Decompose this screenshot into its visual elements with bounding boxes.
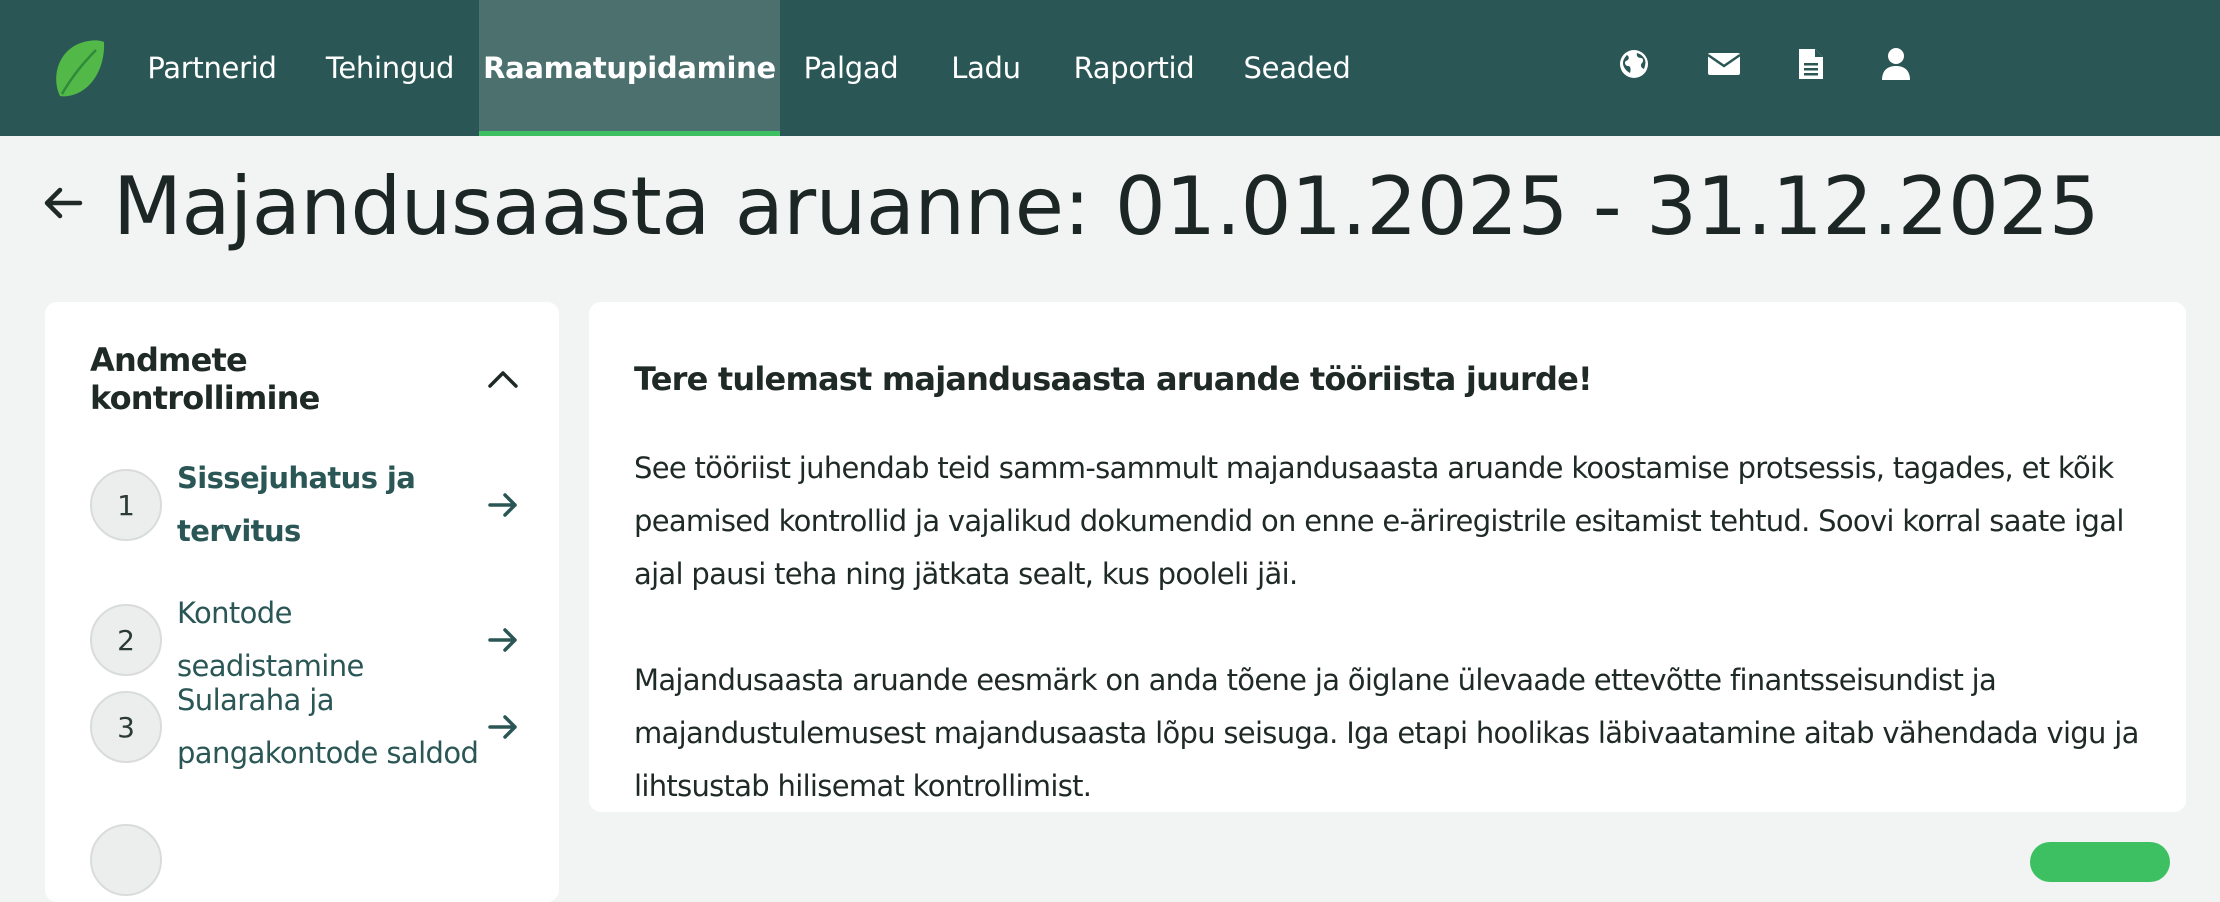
envelope-icon[interactable]	[1704, 44, 1744, 84]
steps-panel-title: Andmete kontrollimine	[90, 341, 320, 417]
arrow-right-icon[interactable]	[486, 623, 520, 657]
nav-item-palgad[interactable]: Palgad	[790, 0, 912, 136]
back-arrow-icon[interactable]	[40, 178, 90, 228]
document-icon[interactable]	[1791, 44, 1831, 84]
step-item-1[interactable]: 1 Sissejuhatus ja tervitus	[90, 452, 520, 558]
nav-item-partnerid[interactable]: Partnerid	[132, 0, 292, 136]
nav-item-raportid[interactable]: Raportid	[1060, 0, 1208, 136]
content-heading: Tere tulemast majandusaasta aruande töör…	[634, 360, 1593, 398]
step-label: Sissejuhatus ja tervitus	[177, 461, 416, 548]
arrow-right-icon[interactable]	[486, 488, 520, 522]
top-navigation-bar: Partnerid Tehingud Raamatupidamine Palga…	[0, 0, 2220, 136]
welcome-content-card: Tere tulemast majandusaasta aruande töör…	[589, 302, 2186, 812]
step-item-3[interactable]: 3 Sularaha ja pangakontode saldod	[90, 674, 520, 780]
step-number	[90, 824, 162, 896]
step-number: 2	[90, 604, 162, 676]
arrow-right-icon[interactable]	[486, 710, 520, 744]
step-number: 3	[90, 691, 162, 763]
steps-panel: Andmete kontrollimine 1 Sissejuhatus ja …	[45, 302, 559, 902]
chevron-up-icon[interactable]	[486, 362, 520, 396]
nav-item-seaded[interactable]: Seaded	[1236, 0, 1358, 136]
nav-item-tehingud[interactable]: Tehingud	[310, 0, 470, 136]
step-label: Sularaha ja pangakontode saldod	[177, 683, 479, 770]
step-item-4-partial[interactable]	[90, 824, 520, 896]
nav-item-raamatupidamine[interactable]: Raamatupidamine	[479, 0, 780, 136]
content-paragraph-intro: See tööriist juhendab teid samm-sammult …	[634, 451, 2124, 591]
leaf-logo-icon[interactable]	[50, 36, 106, 100]
steps-panel-header[interactable]: Andmete kontrollimine	[90, 341, 520, 417]
user-icon[interactable]	[1876, 44, 1916, 84]
step-number: 1	[90, 469, 162, 541]
next-button[interactable]	[2030, 842, 2170, 882]
page-title: Majandusaasta aruanne: 01.01.2025 - 31.1…	[113, 160, 2100, 253]
nav-item-ladu[interactable]: Ladu	[940, 0, 1032, 136]
content-paragraph-purpose: Majandusaasta aruande eesmärk on anda tõ…	[634, 663, 2139, 803]
globe-icon[interactable]	[1614, 44, 1654, 84]
